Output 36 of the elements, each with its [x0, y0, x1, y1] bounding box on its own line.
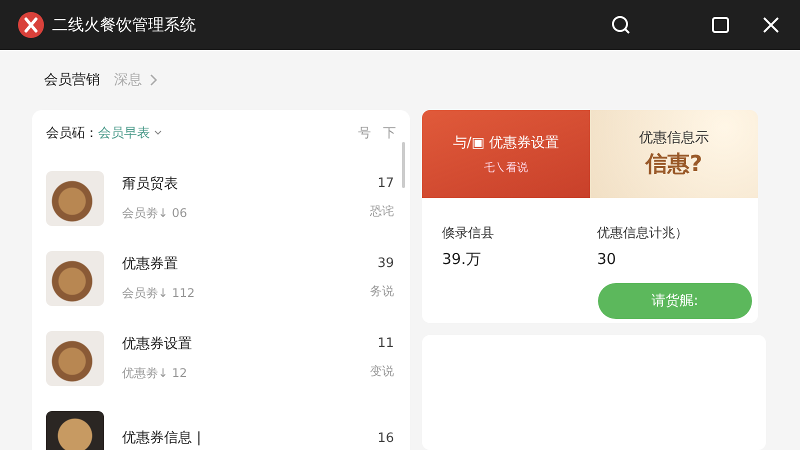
breadcrumb-link[interactable]: 深息 — [114, 71, 142, 89]
banner-title: 优惠信息示 — [639, 129, 709, 147]
header-action[interactable]: 号 — [346, 124, 371, 142]
header-action[interactable]: 下 — [371, 124, 396, 142]
window-icon[interactable] — [710, 14, 732, 36]
banner-subtitle: 乇㇏看说 — [484, 160, 528, 174]
item-subtitle: 优惠劵↓ 12 — [122, 364, 188, 382]
chevron-icon — [148, 74, 158, 86]
item-subtitle: 会员劵↓ 06 — [122, 204, 188, 222]
item-status: 务说 — [370, 283, 394, 300]
item-title: 优惠券信息 | — [122, 429, 202, 447]
banner-title: 与/▣ 优惠券设置 — [452, 134, 560, 152]
window-title: 二线火餐饮管理系统 — [52, 14, 197, 36]
item-status: 恐诧 — [370, 203, 394, 220]
breadcrumb-current[interactable]: 会员营销 — [44, 71, 100, 89]
item-count: 16 — [377, 430, 394, 446]
logo-icon — [18, 12, 44, 38]
caret-icon — [154, 130, 162, 136]
item-title: 优惠券设置 — [122, 334, 193, 352]
filter-dropdown[interactable]: 会员早表 — [98, 124, 162, 142]
stat-value: 30 — [597, 250, 618, 268]
item-count: 17 — [377, 176, 394, 191]
item-title: 优惠券置 — [122, 254, 179, 272]
item-count: 39 — [377, 256, 394, 271]
scrollbar[interactable] — [402, 142, 405, 188]
stat-label: 优惠信息计兆） — [597, 225, 689, 242]
item-count: 11 — [377, 336, 394, 351]
item-status: 变说 — [370, 363, 394, 380]
stat-value: 39.万 — [442, 250, 482, 269]
stat-label: 倏录信县 — [442, 225, 495, 242]
filter-label: 会员砳： — [46, 125, 98, 142]
item-subtitle: 会员劵↓ 112 — [122, 284, 196, 302]
search-icon[interactable] — [610, 14, 632, 36]
banner-headline: 信惠? — [646, 151, 702, 179]
item-title: 甭员贸表 — [122, 174, 179, 192]
action-button[interactable]: 请货艉: — [598, 283, 752, 319]
